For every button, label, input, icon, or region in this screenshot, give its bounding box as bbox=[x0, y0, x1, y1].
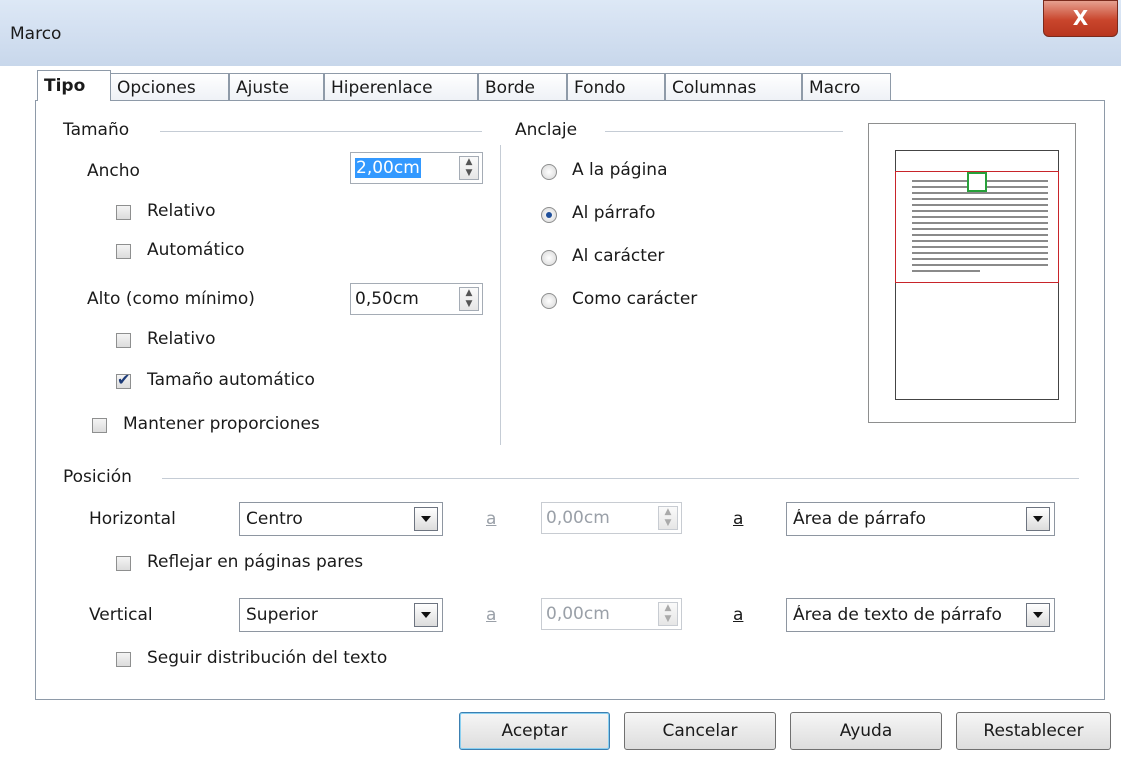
position-group-title: Posición bbox=[63, 467, 132, 487]
keep-ratio-label[interactable]: Mantener proporciones bbox=[123, 414, 320, 434]
reset-button[interactable]: Restablecer bbox=[956, 712, 1111, 750]
width-label: Ancho bbox=[87, 161, 140, 181]
width-spinbox[interactable]: 2,00cm ▲ ▼ bbox=[350, 152, 483, 184]
tab-macro[interactable]: Macro bbox=[802, 73, 891, 101]
height-relative-label[interactable]: Relativo bbox=[147, 329, 216, 349]
anchor-paragraph-label[interactable]: Al párrafo bbox=[572, 203, 655, 223]
anchor-as-character-label[interactable]: Como carácter bbox=[572, 289, 697, 309]
tab-columnas[interactable]: Columnas bbox=[665, 73, 802, 101]
vertical-select-value: Superior bbox=[246, 605, 318, 625]
help-button[interactable]: Ayuda bbox=[790, 712, 942, 750]
preview-text-line bbox=[912, 270, 980, 272]
tab-tipo[interactable]: Tipo bbox=[37, 70, 111, 101]
tab-fondo[interactable]: Fondo bbox=[567, 73, 665, 101]
width-auto-label[interactable]: Automático bbox=[147, 240, 245, 260]
height-spin-buttons[interactable]: ▲ ▼ bbox=[459, 287, 479, 311]
height-spinbox[interactable]: 0,50cm ▲ ▼ bbox=[350, 283, 483, 315]
v-offset-value[interactable]: 0,00cm bbox=[546, 604, 610, 624]
anchor-group-title: Anclaje bbox=[515, 120, 578, 140]
anchor-as-character-radio[interactable] bbox=[541, 293, 557, 309]
window-title: Marco bbox=[10, 24, 62, 44]
preview-text-line bbox=[912, 228, 1048, 230]
size-group-line bbox=[160, 131, 482, 132]
preview-text-line bbox=[912, 258, 1048, 260]
mirror-checkbox[interactable] bbox=[116, 556, 131, 571]
height-value[interactable]: 0,50cm bbox=[355, 289, 419, 309]
preview-text-line bbox=[912, 234, 1048, 236]
preview-text-line bbox=[912, 204, 1048, 206]
height-label: Alto (como mínimo) bbox=[87, 289, 255, 309]
preview-frame-box bbox=[967, 172, 987, 192]
chevron-down-icon[interactable] bbox=[1026, 603, 1050, 627]
preview-text-line bbox=[912, 246, 1048, 248]
height-auto-checkbox[interactable]: ✔ bbox=[116, 370, 131, 389]
dialog-window: Marco X Tipo Opciones Ajuste Hiperenlace… bbox=[0, 0, 1121, 767]
v-offset-spin-buttons[interactable]: ▲ ▼ bbox=[658, 602, 678, 626]
width-value[interactable]: 2,00cm bbox=[355, 158, 421, 178]
vertical-select[interactable]: Superior bbox=[239, 598, 443, 632]
anchor-page-label[interactable]: A la página bbox=[572, 160, 668, 180]
v-to-label: a bbox=[733, 605, 744, 625]
width-auto-checkbox[interactable] bbox=[116, 244, 131, 259]
ok-button[interactable]: Aceptar bbox=[459, 712, 610, 750]
preview-text-line bbox=[912, 264, 1048, 266]
h-by-label: a bbox=[486, 509, 497, 529]
size-group-title: Tamaño bbox=[63, 120, 130, 140]
check-icon: ✔ bbox=[117, 370, 131, 389]
preview-text-line bbox=[912, 210, 1048, 212]
chevron-down-icon[interactable] bbox=[414, 603, 438, 627]
anchor-character-label[interactable]: Al carácter bbox=[572, 246, 664, 266]
anchor-group-line bbox=[605, 131, 843, 132]
position-group-line bbox=[162, 478, 1079, 479]
vertical-label: Vertical bbox=[89, 605, 153, 625]
keep-ratio-checkbox[interactable] bbox=[92, 418, 107, 433]
anchor-page-radio[interactable] bbox=[541, 164, 557, 180]
preview-text-line bbox=[912, 192, 1048, 194]
h-offset-spinbox[interactable]: 0,00cm ▲ ▼ bbox=[541, 502, 682, 534]
tab-hiperenlace[interactable]: Hiperenlace bbox=[324, 73, 478, 101]
vertical-to-value: Área de texto de párrafo bbox=[793, 605, 1002, 625]
tab-ajuste[interactable]: Ajuste bbox=[229, 73, 324, 101]
preview-text-line bbox=[912, 252, 1048, 254]
anchor-paragraph-radio[interactable] bbox=[541, 207, 557, 223]
h-offset-spin-buttons[interactable]: ▲ ▼ bbox=[658, 506, 678, 530]
h-to-label: a bbox=[733, 509, 744, 529]
horizontal-to-value: Área de párrafo bbox=[793, 509, 926, 529]
width-relative-label[interactable]: Relativo bbox=[147, 201, 216, 221]
horizontal-to-select[interactable]: Área de párrafo bbox=[786, 502, 1055, 536]
preview-text-line bbox=[912, 198, 1048, 200]
height-auto-label[interactable]: Tamaño automático bbox=[147, 370, 315, 390]
h-offset-value[interactable]: 0,00cm bbox=[546, 508, 610, 528]
chevron-down-icon[interactable] bbox=[1026, 507, 1050, 531]
vertical-to-select[interactable]: Área de texto de párrafo bbox=[786, 598, 1055, 632]
cancel-button[interactable]: Cancelar bbox=[624, 712, 776, 750]
preview-text-line bbox=[912, 222, 1048, 224]
anchor-character-radio[interactable] bbox=[541, 250, 557, 266]
close-button[interactable]: X bbox=[1043, 0, 1118, 37]
width-relative-checkbox[interactable] bbox=[116, 205, 131, 220]
chevron-down-icon[interactable] bbox=[414, 507, 438, 531]
horizontal-label: Horizontal bbox=[89, 509, 176, 529]
group-separator bbox=[500, 145, 501, 445]
preview-text-line bbox=[912, 216, 1048, 218]
tab-borde[interactable]: Borde bbox=[478, 73, 567, 101]
follow-flow-label[interactable]: Seguir distribución del texto bbox=[147, 648, 387, 668]
height-relative-checkbox[interactable] bbox=[116, 333, 131, 348]
v-offset-spinbox[interactable]: 0,00cm ▲ ▼ bbox=[541, 598, 682, 630]
tab-opciones[interactable]: Opciones bbox=[110, 73, 229, 101]
title-bar: Marco X bbox=[0, 0, 1121, 66]
v-by-label: a bbox=[486, 605, 497, 625]
mirror-label[interactable]: Reflejar en páginas pares bbox=[147, 552, 363, 572]
width-spin-buttons[interactable]: ▲ ▼ bbox=[459, 156, 479, 180]
follow-flow-checkbox[interactable] bbox=[116, 652, 131, 667]
preview-text-line bbox=[912, 240, 1048, 242]
horizontal-select-value: Centro bbox=[246, 509, 303, 529]
horizontal-select[interactable]: Centro bbox=[239, 502, 443, 536]
